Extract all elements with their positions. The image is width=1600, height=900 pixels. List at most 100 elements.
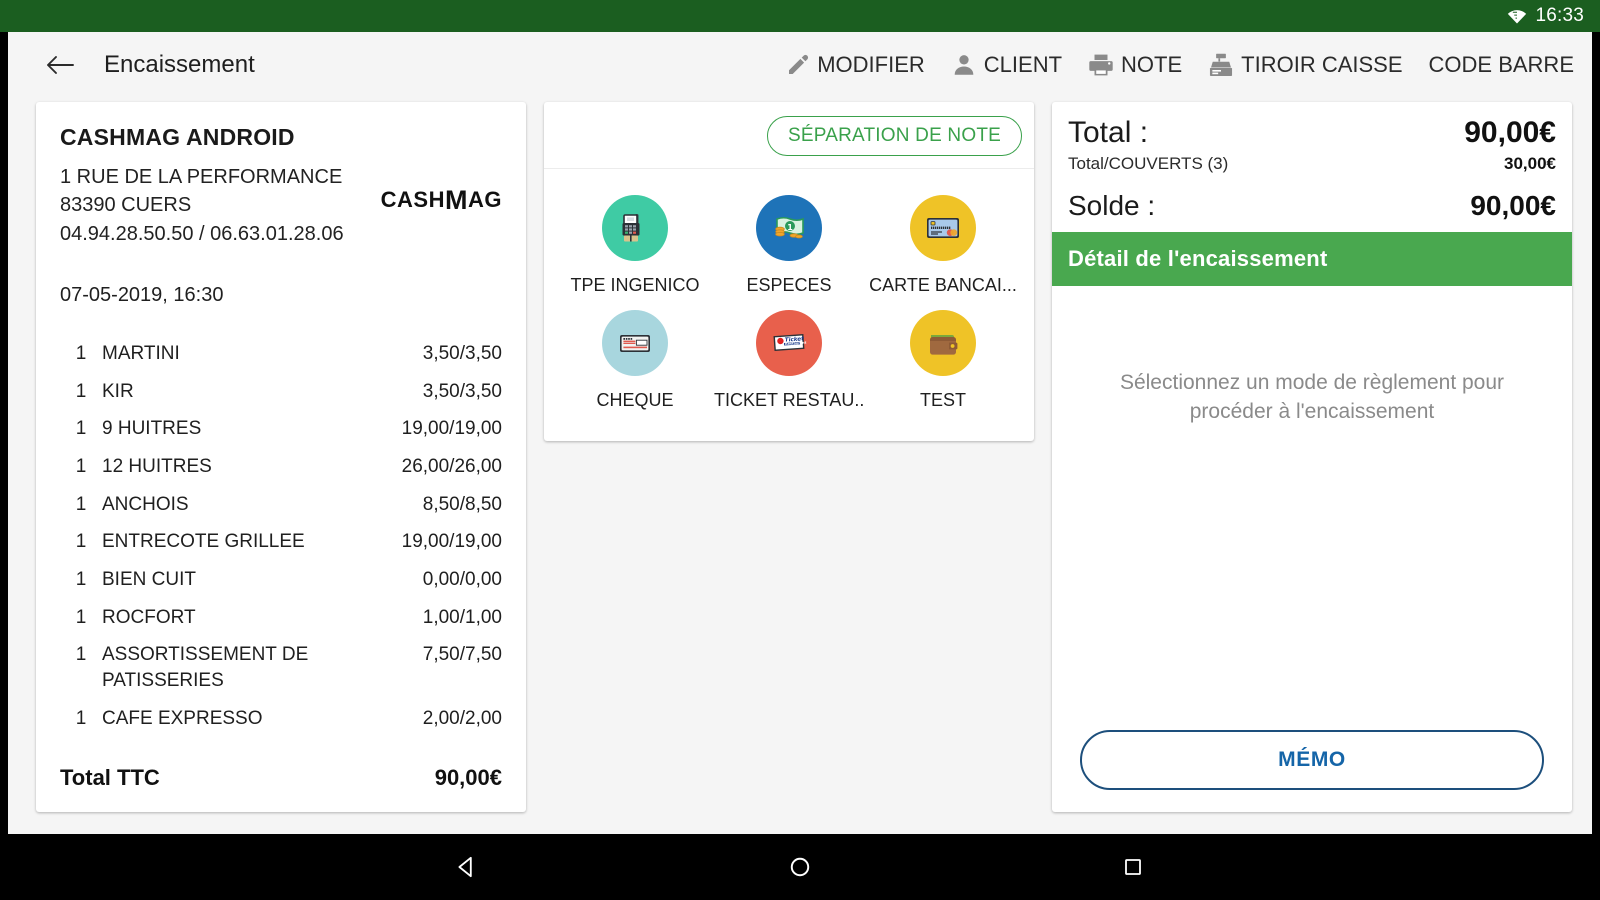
table-row[interactable]: 1 ROCFORT 1,00/1,00 <box>60 599 502 637</box>
summary-covers-row: Total/COUVERTS (3) 30,00€ <box>1068 154 1556 174</box>
summary-total-row: Total : 90,00€ <box>1068 116 1556 150</box>
separation-de-note-button[interactable]: SÉPARATION DE NOTE <box>767 116 1022 156</box>
shop-phones: 04.94.28.50.50 / 06.63.01.28.06 <box>60 222 344 245</box>
table-row[interactable]: 1 9 HUITRES 19,00/19,00 <box>60 410 502 448</box>
item-name: CAFE EXPRESSO <box>102 707 263 729</box>
table-row[interactable]: 1 CAFE EXPRESSO 2,00/2,00 <box>60 700 502 738</box>
main-content: CASHMAG ANDROID 1 RUE DE LA PERFORMANCE … <box>8 98 1592 834</box>
table-row[interactable]: 1 ASSORTISSEMENT DE PATISSERIES 7,50/7,5… <box>60 636 502 699</box>
code-barre-button[interactable]: CODE BARRE <box>1429 52 1574 78</box>
cash-register-icon <box>1208 52 1234 78</box>
svg-text:1: 1 <box>787 223 793 232</box>
receipt-total-value: 90,00€ <box>434 765 502 791</box>
payment-method-label: TEST <box>919 390 966 410</box>
cheque-icon <box>602 310 668 376</box>
item-name: ASSORTISSEMENT DE PATISSERIES <box>102 644 309 691</box>
shop-address: 1 RUE DE LA PERFORMANCE 83390 CUERS 04.9… <box>60 163 381 248</box>
payment-method-especes[interactable]: 1 ESPECES <box>712 191 866 300</box>
android-tablet-screen: 16:33 Encaissement MODIFIER CLIENT NOTE … <box>0 0 1600 900</box>
item-qty: 1 <box>75 456 87 478</box>
wallet-icon <box>910 310 976 376</box>
printer-icon <box>1088 52 1114 78</box>
banknote-coins-icon: 1 <box>756 195 822 261</box>
table-row[interactable]: 1 ENTRECOTE GRILLEE 19,00/19,00 <box>60 523 502 561</box>
item-name: 9 HUITRES <box>102 418 202 440</box>
item-qty: 1 <box>75 343 87 365</box>
table-row[interactable]: 1 KIR 3,50/3,50 <box>60 373 502 411</box>
shop-address-line2: 83390 CUERS <box>60 194 192 217</box>
note-button[interactable]: NOTE <box>1088 52 1182 78</box>
summary-covers-value: 30,00€ <box>1504 154 1556 173</box>
receipt-datetime: 07-05-2019, 16:30 <box>60 284 224 307</box>
item-price: 0,00/0,00 <box>422 569 502 591</box>
separation-bar: SÉPARATION DE NOTE <box>544 102 1034 168</box>
item-price: 8,50/8,50 <box>422 493 502 515</box>
page-title: Encaissement <box>104 51 255 78</box>
payment-method-tpe-ingenico[interactable]: TPE INGENICO <box>558 191 712 300</box>
item-qty: 1 <box>75 606 87 628</box>
summary-totals: Total : 90,00€ Total/COUVERTS (3) 30,00€… <box>1052 102 1572 232</box>
detail-section-header: Détail de l'encaissement <box>1052 232 1572 286</box>
app-frame: Encaissement MODIFIER CLIENT NOTE TIROIR… <box>0 32 1600 834</box>
android-status-bar: 16:33 <box>0 0 1600 32</box>
back-button[interactable] <box>38 43 82 87</box>
summary-balance-row: Solde : 90,00€ <box>1068 190 1556 222</box>
payment-method-test[interactable]: TEST <box>866 306 1020 415</box>
item-price: 19,00/19,00 <box>401 531 502 553</box>
modifier-button[interactable]: MODIFIER <box>786 52 925 78</box>
payment-method-cheque[interactable]: CHEQUE <box>558 306 712 415</box>
triangle-back-icon <box>458 856 472 878</box>
item-price: 1,00/1,00 <box>422 606 502 628</box>
summary-covers-label: Total/COUVERTS (3) <box>1068 154 1229 173</box>
status-bar-clock: 16:33 <box>1535 5 1584 26</box>
shop-info-row: 1 RUE DE LA PERFORMANCE 83390 CUERS 04.9… <box>60 163 502 248</box>
item-name: KIR <box>102 380 134 402</box>
logo-part3: AG <box>468 187 502 212</box>
item-name: ROCFORT <box>102 606 196 628</box>
summary-panel: Total : 90,00€ Total/COUVERTS (3) 30,00€… <box>1052 102 1572 812</box>
modifier-label: MODIFIER <box>817 52 925 77</box>
item-qty: 1 <box>75 418 87 440</box>
credit-card-icon <box>910 195 976 261</box>
tiroir-caisse-button[interactable]: TIROIR CAISSE <box>1208 52 1403 78</box>
toolbar-actions: MODIFIER CLIENT NOTE TIROIR CAISSE CODE … <box>760 52 1574 78</box>
table-row[interactable]: 1 BIEN CUIT 0,00/0,00 <box>60 561 502 599</box>
payment-method-label: CHEQUE <box>596 390 674 410</box>
payment-method-ticket-restaurant[interactable]: Ticket Restaurant TICKET RESTAU... <box>712 306 866 415</box>
payment-method-carte-bancaire[interactable]: CARTE BANCAI... <box>866 191 1020 300</box>
receipt-total-label: Total TTC <box>60 765 160 791</box>
receipt-total-row: Total TTC 90,00€ <box>60 749 502 797</box>
item-price: 7,50/7,50 <box>422 644 502 666</box>
nav-recents-button[interactable] <box>1105 839 1161 895</box>
logo-part1: CASH <box>380 187 445 212</box>
app-root: Encaissement MODIFIER CLIENT NOTE TIROIR… <box>8 32 1592 834</box>
detail-section-body: Sélectionnez un mode de règlement pour p… <box>1052 286 1572 812</box>
table-row[interactable]: 1 ANCHOIS 8,50/8,50 <box>60 486 502 524</box>
empty-state-message: Sélectionnez un mode de règlement pour p… <box>1119 371 1505 424</box>
person-icon <box>951 52 977 78</box>
item-price: 26,00/26,00 <box>401 456 502 478</box>
item-price: 2,00/2,00 <box>422 707 502 729</box>
item-qty: 1 <box>75 569 87 591</box>
summary-balance-label: Solde : <box>1068 190 1156 221</box>
item-price: 19,00/19,00 <box>401 418 502 440</box>
nav-back-button[interactable] <box>439 839 495 895</box>
payment-method-label: TPE INGENICO <box>570 275 700 295</box>
item-qty: 1 <box>75 531 87 553</box>
memo-button-container: MÉMO <box>1080 730 1544 812</box>
square-recents-icon <box>1125 859 1142 875</box>
memo-button[interactable]: MÉMO <box>1080 730 1544 790</box>
payment-method-label: TICKET RESTAU... <box>714 390 864 410</box>
client-button[interactable]: CLIENT <box>951 52 1062 78</box>
receipt-panel: CASHMAG ANDROID 1 RUE DE LA PERFORMANCE … <box>36 102 526 812</box>
code-barre-label: CODE BARRE <box>1428 52 1574 77</box>
cashmag-logo: CASHMAG <box>380 163 502 215</box>
receipt-items: 1 MARTINI 3,50/3,50 1 KIR 3,50/3,50 1 9 … <box>60 323 502 737</box>
table-row[interactable]: 1 MARTINI 3,50/3,50 <box>60 335 502 373</box>
payment-methods-grid: TPE INGENICO 1 ESPECES CARTE BANCAI... C… <box>544 168 1034 441</box>
app-toolbar: Encaissement MODIFIER CLIENT NOTE TIROIR… <box>8 32 1592 98</box>
tiroir-caisse-label: TIROIR CAISSE <box>1241 52 1403 77</box>
summary-balance-value: 90,00€ <box>1470 190 1556 221</box>
nav-home-button[interactable] <box>772 839 828 895</box>
table-row[interactable]: 1 12 HUITRES 26,00/26,00 <box>60 448 502 486</box>
